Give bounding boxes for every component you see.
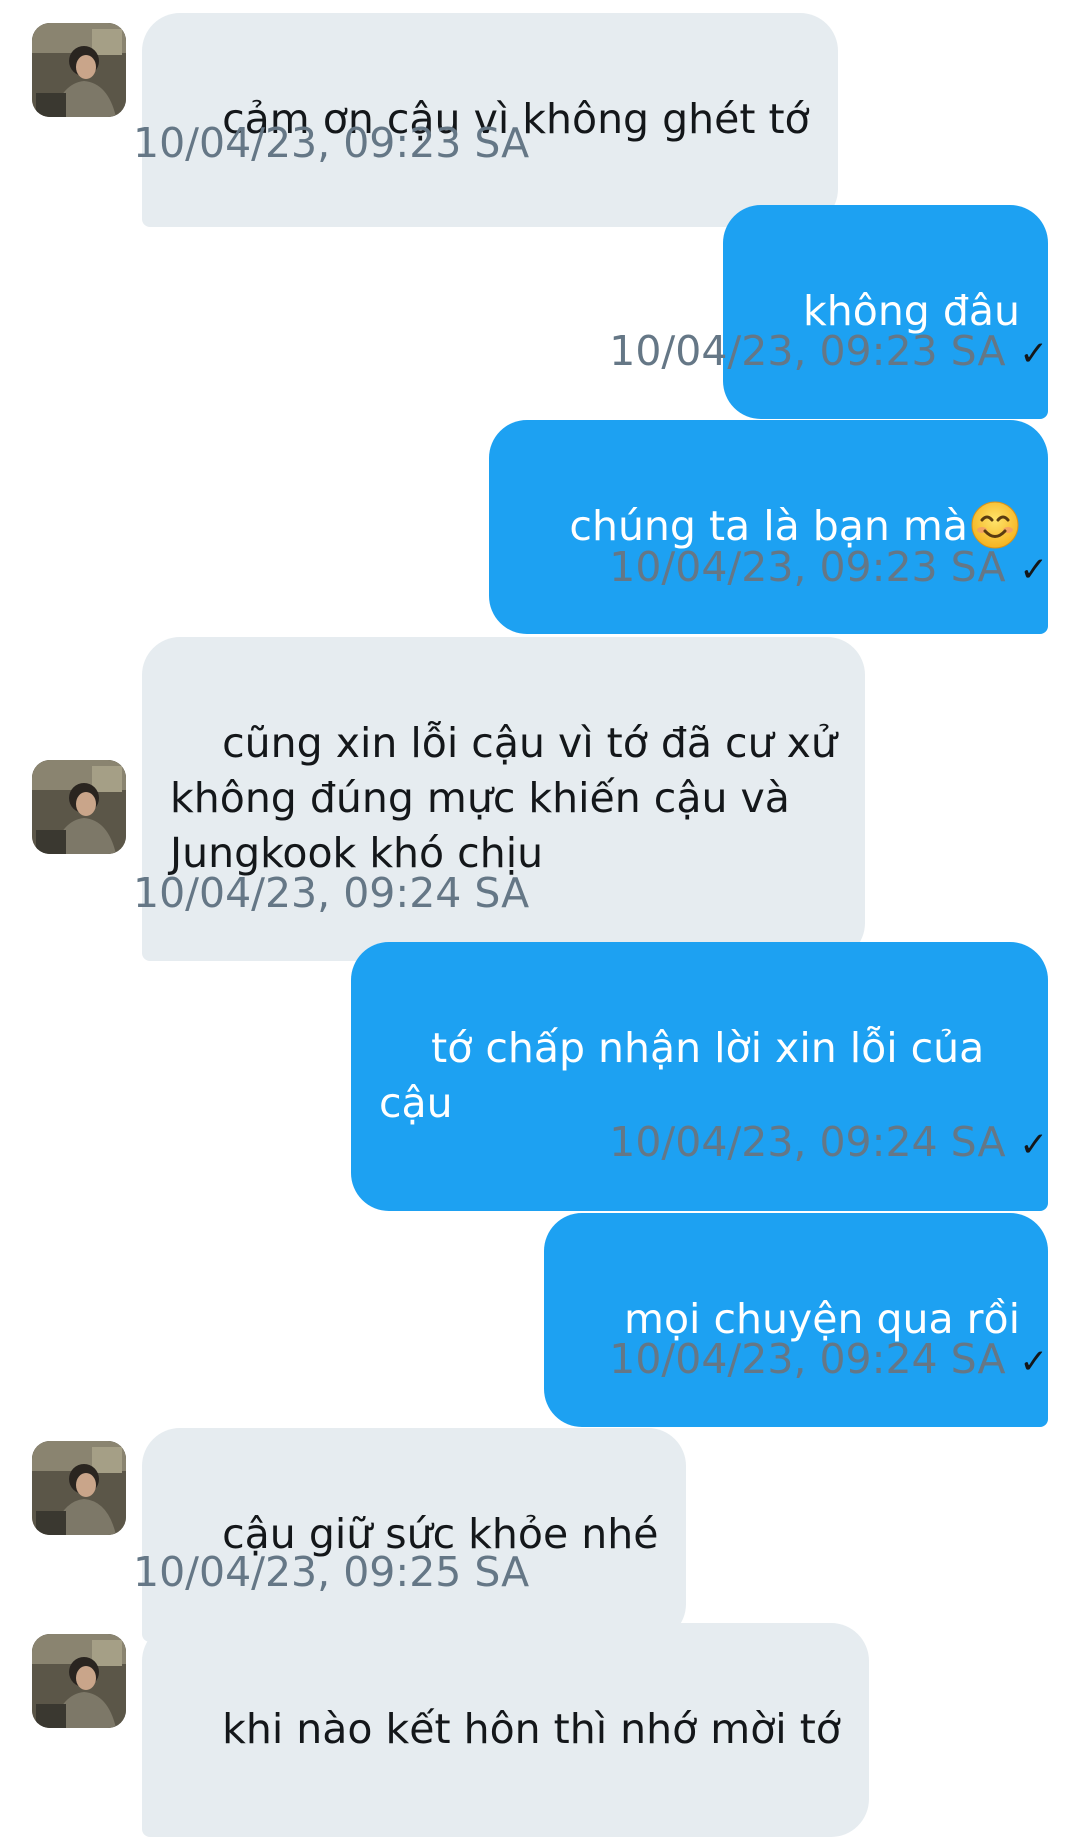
conversation-thread: cảm ơn cậu vì không ghét tớ 10/04/23, 09… [0,0,1080,1837]
timestamp-text: 10/04/23, 09:25 SA [133,1548,530,1596]
timestamp-text: 10/04/23, 09:24 SA [609,1335,1006,1383]
timestamp-text: 10/04/23, 09:23 SA [609,327,1006,375]
message-bubble-outgoing[interactable]: không đâu [722,205,1048,419]
message-timestamp: 10/04/23, 09:23 SA ✓ [609,326,1048,379]
avatar-photo-icon [32,23,126,117]
message-timestamp: 10/04/23, 09:24 SA ✓ [609,1334,1048,1387]
timestamp-text: 10/04/23, 09:23 SA [609,543,1006,591]
avatar-photo-icon [32,760,126,854]
timestamp-text: 10/04/23, 09:23 SA [133,119,530,167]
sent-check-icon: ✓ [1019,550,1049,590]
sent-check-icon: ✓ [1019,1125,1049,1165]
contact-avatar[interactable] [32,1441,126,1535]
sent-check-icon: ✓ [1019,334,1049,374]
avatar-photo-icon [32,1634,126,1728]
message-bubble-incoming[interactable]: cậu giữ sức khỏe nhé [142,1428,687,1642]
message-bubble-outgoing[interactable]: chúng ta là bạn mà [489,420,1048,634]
message-text: khi nào kết hôn thì nhớ mời tớ [222,1705,841,1753]
message-text: cũng xin lỗi cậu vì tớ đã cư xử không đú… [170,719,837,877]
message-bubble-outgoing[interactable]: mọi chuyện qua rồi [543,1213,1048,1427]
sent-check-icon: ✓ [1019,1342,1049,1382]
message-timestamp: 10/04/23, 09:23 SA ✓ [609,542,1048,595]
message-timestamp: 10/04/23, 09:23 SA [133,118,529,168]
contact-avatar[interactable] [32,23,126,117]
message-timestamp: 10/04/23, 09:24 SA [133,868,529,918]
message-timestamp: 10/04/23, 09:25 SA [133,1547,529,1597]
message-text: tớ chấp nhận lời xin lỗi của cậu [379,1024,985,1127]
message-bubble-incoming[interactable]: khi nào kết hôn thì nhớ mời tớ [142,1623,869,1837]
contact-avatar[interactable] [32,760,126,854]
avatar-photo-icon [32,1441,126,1535]
message-timestamp: 10/04/23, 09:24 SA ✓ [609,1117,1048,1170]
timestamp-text: 10/04/23, 09:24 SA [133,869,530,917]
message-bubble-outgoing[interactable]: tớ chấp nhận lời xin lỗi của cậu [351,942,1048,1211]
contact-avatar[interactable] [32,1634,126,1728]
timestamp-text: 10/04/23, 09:24 SA [609,1118,1006,1166]
